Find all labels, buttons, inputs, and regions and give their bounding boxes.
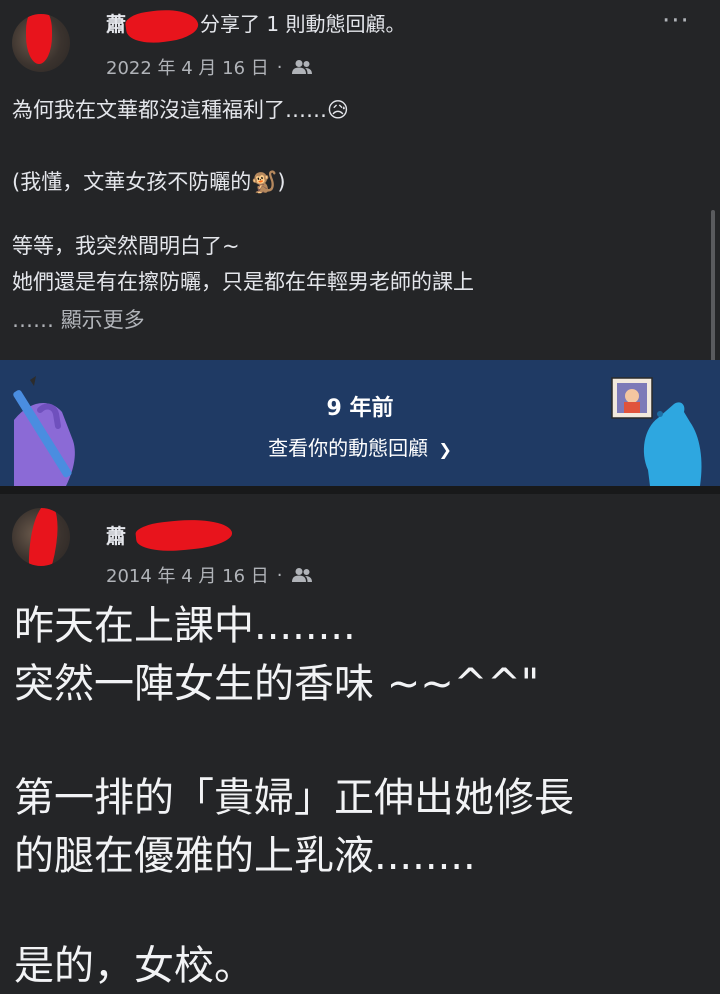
meta-separator: ·	[276, 564, 283, 586]
post-text-line: 是的，女校。	[14, 943, 254, 989]
redaction-mark	[24, 508, 62, 566]
post-meta: 2014 年 4 月 16 日 ·	[106, 562, 313, 588]
post-text-line: 等等，我突然間明白了~	[12, 234, 240, 258]
post-author-name[interactable]: 蕭	[106, 520, 126, 549]
view-memories-label[interactable]: 查看你的動態回顧	[268, 436, 428, 460]
post-text-line: 第一排的「貴婦」正伸出她修長	[14, 775, 574, 821]
redaction-mark	[134, 515, 234, 555]
friends-audience-icon	[291, 568, 312, 582]
avatar[interactable]	[12, 508, 70, 566]
feed-divider	[0, 486, 720, 494]
post-text-line: 她們還是有在擦防曬，只是都在年輕男老師的課上	[12, 270, 474, 294]
post-text-line: 突然一陣女生的香味 ~~^^"	[14, 661, 540, 707]
chevron-right-icon: ❯	[438, 440, 452, 459]
redaction-mark	[124, 5, 200, 47]
hand-with-photo-illustration	[611, 377, 702, 486]
post-text-line: 昨天在上課中........	[14, 603, 356, 649]
more-options-button[interactable]: ···	[662, 6, 690, 36]
see-more-link[interactable]: 顯示更多	[61, 308, 145, 332]
memory-original-post: 蕭 2014 年 4 月 16 日 · 昨天在上課中........ 突然一陣女…	[0, 494, 720, 993]
post-date[interactable]: 2014 年 4 月 16 日	[106, 562, 269, 588]
redaction-mark	[26, 14, 52, 64]
post-text-line: 的腿在優雅的上乳液........	[14, 833, 476, 879]
post-meta: 2022 年 4 月 16 日 ·	[106, 54, 313, 80]
post-text-line: (我懂，文華女孩不防曬的🐒)	[12, 170, 286, 194]
see-more-row: …… 顯示更多	[12, 306, 145, 334]
meta-separator: ·	[276, 56, 283, 78]
friends-audience-icon	[291, 60, 312, 74]
shared-memory-post: 蕭 分享了 1 則動態回顧。 ··· 2022 年 4 月 16 日 · 為何我…	[0, 0, 720, 360]
post-text-line: 為何我在文華都沒這種福利了……😥	[12, 98, 349, 122]
post-date[interactable]: 2022 年 4 月 16 日	[106, 54, 269, 80]
post-action-text: 分享了 1 則動態回顧。	[200, 12, 406, 36]
memory-banner[interactable]: 9 年前 查看你的動態回顧 ❯	[0, 360, 720, 486]
hand-with-pencil-illustration	[13, 376, 75, 486]
post-author-name[interactable]: 蕭	[106, 8, 126, 37]
avatar[interactable]	[12, 14, 70, 72]
ellipsis: ……	[12, 308, 61, 332]
